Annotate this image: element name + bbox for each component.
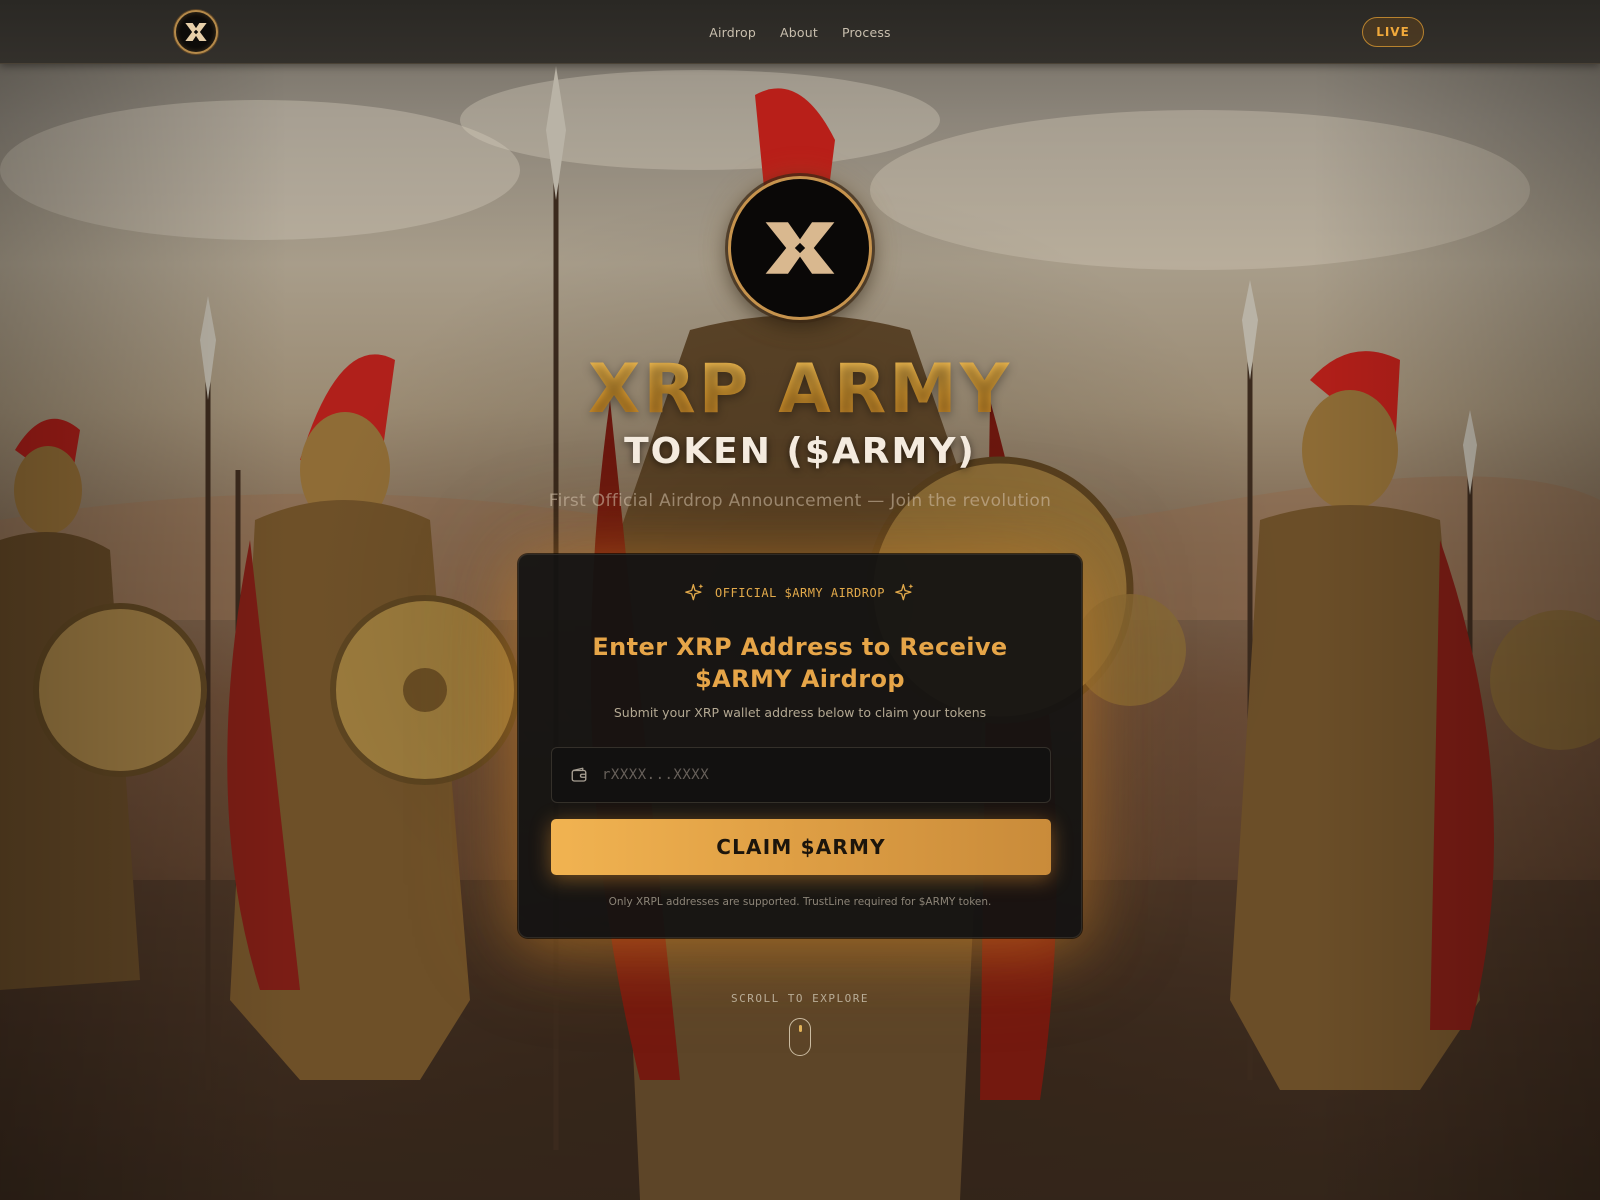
top-navbar: Airdrop About Process LIVE — [0, 0, 1600, 64]
card-note: Only XRPL addresses are supported. Trust… — [608, 896, 992, 908]
nav-link-about[interactable]: About — [780, 25, 818, 40]
hero-subtitle: TOKEN ($ARMY) — [624, 431, 976, 472]
nav-links: Airdrop About Process — [0, 0, 1600, 64]
claim-card: OFFICIAL $ARMY AIRDROP Enter XRP Address… — [518, 554, 1082, 938]
mouse-wheel — [799, 1025, 802, 1032]
nav-link-process[interactable]: Process — [842, 25, 891, 40]
xrp-address-field[interactable] — [551, 747, 1051, 803]
live-badge[interactable]: LIVE — [1362, 17, 1424, 47]
brand-logo[interactable] — [174, 10, 218, 54]
xrp-army-logo-icon — [185, 23, 207, 41]
scroll-hint-label: SCROLL TO EXPLORE — [730, 992, 870, 1005]
hero-tagline: First Official Airdrop Announcement — Jo… — [548, 491, 1052, 511]
xrp-address-input[interactable] — [602, 755, 1034, 795]
wallet-icon — [570, 765, 590, 785]
card-description: Submit your XRP wallet address below to … — [613, 705, 987, 720]
eyebrow-label: OFFICIAL $ARMY AIRDROP — [715, 586, 885, 600]
card-eyebrow: OFFICIAL $ARMY AIRDROP — [519, 583, 1081, 603]
sparkle-icon — [895, 583, 914, 601]
hero-logo — [728, 176, 872, 320]
hero-title: XRP ARMY — [0, 350, 1600, 430]
card-heading: Enter XRP Address to Receive $ARMY Airdr… — [592, 633, 1008, 693]
xrp-army-logo-icon — [765, 222, 835, 274]
sparkle-icon — [685, 583, 704, 601]
claim-button[interactable]: CLAIM $ARMY — [551, 819, 1051, 875]
mouse-scroll-icon[interactable] — [789, 1018, 811, 1056]
nav-link-airdrop[interactable]: Airdrop — [709, 25, 756, 40]
